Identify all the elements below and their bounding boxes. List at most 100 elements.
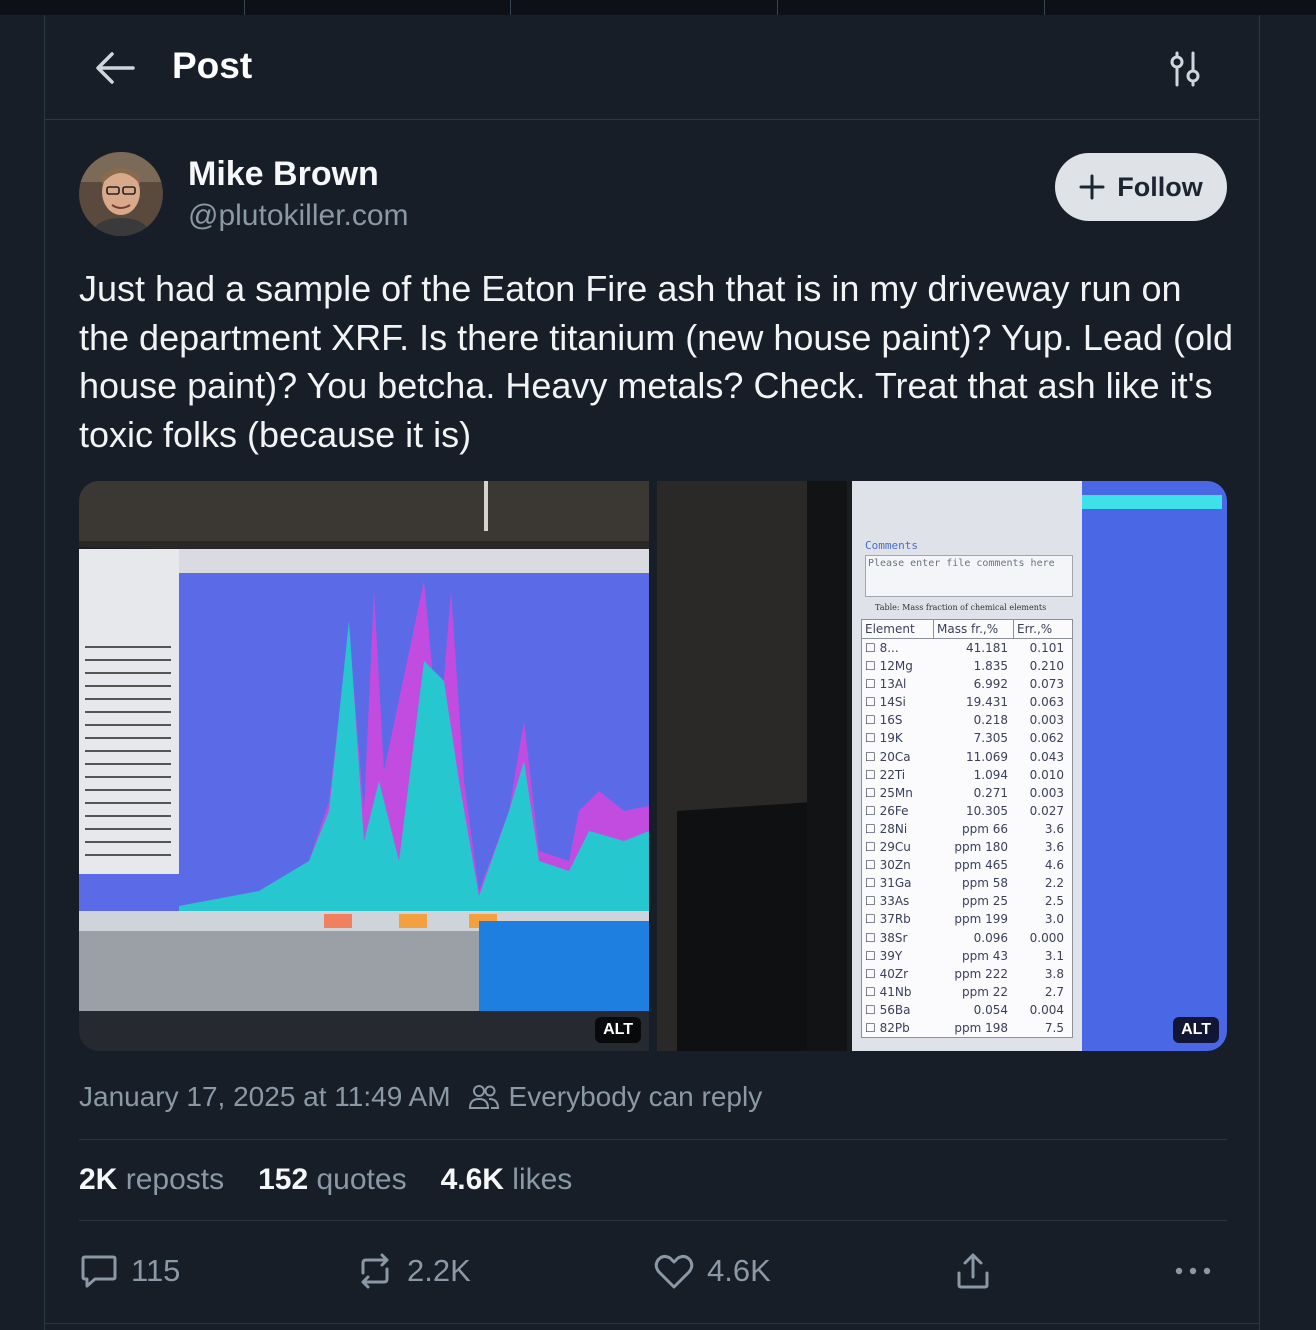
table-header-row: Element Mass fr.,% Err.,% bbox=[862, 620, 1072, 639]
table-cell: ☐ 28Ni bbox=[865, 821, 908, 836]
table-cell: 0.027 bbox=[1029, 803, 1064, 818]
table-cell: ☐ 56Ba bbox=[865, 1002, 911, 1017]
back-button[interactable] bbox=[93, 49, 137, 87]
table-cell: 1.094 bbox=[973, 767, 1008, 782]
table-row: ☐ 38Sr 0.096 0.000 bbox=[862, 929, 1072, 947]
quotes-stat[interactable]: 152 quotes bbox=[258, 1163, 406, 1197]
table-cell: 0.096 bbox=[973, 930, 1008, 945]
post-text: Just had a sample of the Eaton Fire ash … bbox=[79, 268, 1234, 455]
share-button[interactable] bbox=[953, 1243, 993, 1299]
alt-badge[interactable]: ALT bbox=[595, 1017, 641, 1043]
table-cell: 0.073 bbox=[1029, 677, 1064, 692]
table-header-cell: Err.,% bbox=[1017, 622, 1053, 636]
timestamp[interactable]: January 17, 2025 at 11:49 AM bbox=[79, 1081, 451, 1113]
table-row: ☐ 8... 41.181 0.101 bbox=[862, 639, 1072, 657]
table-cell: 19.431 bbox=[966, 695, 1008, 710]
table-row: ☐ 26Fe 10.305 0.027 bbox=[862, 802, 1072, 820]
table-cell: 0.010 bbox=[1029, 767, 1064, 782]
reply-setting: Everybody can reply bbox=[468, 1081, 762, 1113]
table-row: ☐ 37Rb ppm 199 3.0 bbox=[862, 910, 1072, 928]
like-count: 4.6K bbox=[707, 1253, 771, 1288]
table-row: ☐ 22Ti 1.094 0.010 bbox=[862, 766, 1072, 784]
table-row: ☐ 19K 7.305 0.062 bbox=[862, 729, 1072, 747]
table-row: ☐ 28Ni ppm 66 3.6 bbox=[862, 820, 1072, 838]
display-name[interactable]: Mike Brown bbox=[188, 155, 379, 194]
people-icon bbox=[468, 1085, 499, 1109]
reposts-stat[interactable]: 2K reposts bbox=[79, 1163, 224, 1197]
table-cell: 3.1 bbox=[1044, 948, 1064, 963]
table-row: ☐ 25Mn 0.271 0.003 bbox=[862, 784, 1072, 802]
action-bar: 115 2.2K 4.6K bbox=[79, 1243, 1227, 1299]
table-cell: ppm 180 bbox=[954, 840, 1008, 855]
table-cell: 0.004 bbox=[1029, 1002, 1064, 1017]
table-cell: 0.043 bbox=[1029, 749, 1064, 764]
table-row: ☐ 40Zr ppm 222 3.8 bbox=[862, 965, 1072, 983]
plus-icon bbox=[1079, 174, 1105, 200]
table-cell: 10.305 bbox=[966, 803, 1008, 818]
divider bbox=[45, 1323, 1259, 1324]
table-row: ☐ 16S 0.218 0.003 bbox=[862, 711, 1072, 729]
table-cell: ☐ 12Mg bbox=[865, 659, 913, 674]
post-column: Post Mike Brown @plutokiller.com Follow … bbox=[44, 15, 1260, 1330]
more-icon bbox=[1175, 1267, 1211, 1275]
table-cell: 3.6 bbox=[1044, 821, 1064, 836]
table-cell: ☐ 33As bbox=[865, 894, 910, 909]
filter-button[interactable] bbox=[1163, 47, 1207, 91]
table-cell: 41.181 bbox=[966, 641, 1008, 655]
share-icon bbox=[957, 1253, 989, 1289]
table-cell: ☐ 16S bbox=[865, 713, 903, 728]
table-row: ☐ 56Ba 0.054 0.004 bbox=[862, 1001, 1072, 1019]
more-options-button[interactable] bbox=[1173, 1243, 1213, 1299]
table-row: ☐ 12Mg 1.835 0.210 bbox=[862, 657, 1072, 675]
table-row: ☐ 33As ppm 25 2.5 bbox=[862, 892, 1072, 910]
table-header-cell: Element bbox=[862, 620, 934, 638]
table-row: ☐ 13Al 6.992 0.073 bbox=[862, 675, 1072, 693]
table-cell: 4.6 bbox=[1044, 858, 1064, 873]
table-cell: 11.069 bbox=[966, 749, 1008, 764]
reply-button[interactable]: 115 bbox=[79, 1243, 180, 1299]
table-row: ☐ 14Si 19.431 0.063 bbox=[862, 693, 1072, 711]
table-cell: ppm 199 bbox=[954, 912, 1008, 927]
table-cell: 6.992 bbox=[973, 677, 1008, 692]
comments-placeholder[interactable]: Please enter file comments here bbox=[865, 555, 1073, 597]
table-row: ☐ 30Zn ppm 465 4.6 bbox=[862, 856, 1072, 874]
table-cell: 0.003 bbox=[1029, 713, 1064, 728]
table-row: ☐ 41Nb ppm 22 2.7 bbox=[862, 983, 1072, 1001]
arrow-left-icon bbox=[96, 52, 135, 84]
likes-stat[interactable]: 4.6K likes bbox=[441, 1163, 573, 1197]
like-button[interactable]: 4.6K bbox=[653, 1243, 771, 1299]
table-cell: ☐ 30Zn bbox=[865, 858, 911, 873]
avatar[interactable] bbox=[79, 152, 163, 236]
divider bbox=[79, 1220, 1227, 1221]
table-cell: ☐ 8... bbox=[865, 641, 899, 655]
table-cell: ☐ 25Mn bbox=[865, 785, 913, 800]
table-cell: ☐ 38Sr bbox=[865, 930, 908, 945]
media-image-spectrum[interactable]: ALT bbox=[79, 481, 649, 1051]
repost-count: 2.2K bbox=[407, 1253, 471, 1288]
comments-label: Comments bbox=[865, 539, 918, 552]
table-cell: ppm 43 bbox=[961, 948, 1008, 963]
media-image-table[interactable]: Comments Please enter file comments here… bbox=[657, 481, 1227, 1051]
repost-button[interactable]: 2.2K bbox=[355, 1243, 471, 1299]
table-row: ☐ 20Ca 11.069 0.043 bbox=[862, 748, 1072, 766]
table-cell: ☐ 14Si bbox=[865, 695, 906, 710]
table-cell: 3.6 bbox=[1044, 840, 1064, 855]
reply-count: 115 bbox=[131, 1253, 181, 1288]
table-cell: 0.062 bbox=[1029, 731, 1064, 746]
table-cell: ppm 198 bbox=[954, 1020, 1008, 1035]
follow-button[interactable]: Follow bbox=[1055, 153, 1227, 221]
table-cell: ppm 58 bbox=[961, 876, 1008, 891]
table-row: ☐ 82Pb ppm 198 7.5 bbox=[862, 1019, 1072, 1037]
table-cell: ☐ 26Fe bbox=[865, 803, 909, 818]
table-row: ☐ 39Y ppm 43 3.1 bbox=[862, 947, 1072, 965]
top-strip bbox=[0, 0, 1316, 15]
alt-badge[interactable]: ALT bbox=[1173, 1017, 1219, 1043]
heart-icon bbox=[654, 1254, 694, 1289]
header: Post bbox=[45, 15, 1259, 120]
table-row: ☐ 31Ga ppm 58 2.2 bbox=[862, 874, 1072, 892]
table-cell: 7.305 bbox=[973, 731, 1008, 746]
table-header-cell: Mass fr.,% bbox=[934, 620, 1014, 638]
table-cell: 7.5 bbox=[1044, 1020, 1064, 1035]
author-handle[interactable]: @plutokiller.com bbox=[188, 199, 409, 233]
table-cell: ppm 66 bbox=[961, 821, 1008, 836]
